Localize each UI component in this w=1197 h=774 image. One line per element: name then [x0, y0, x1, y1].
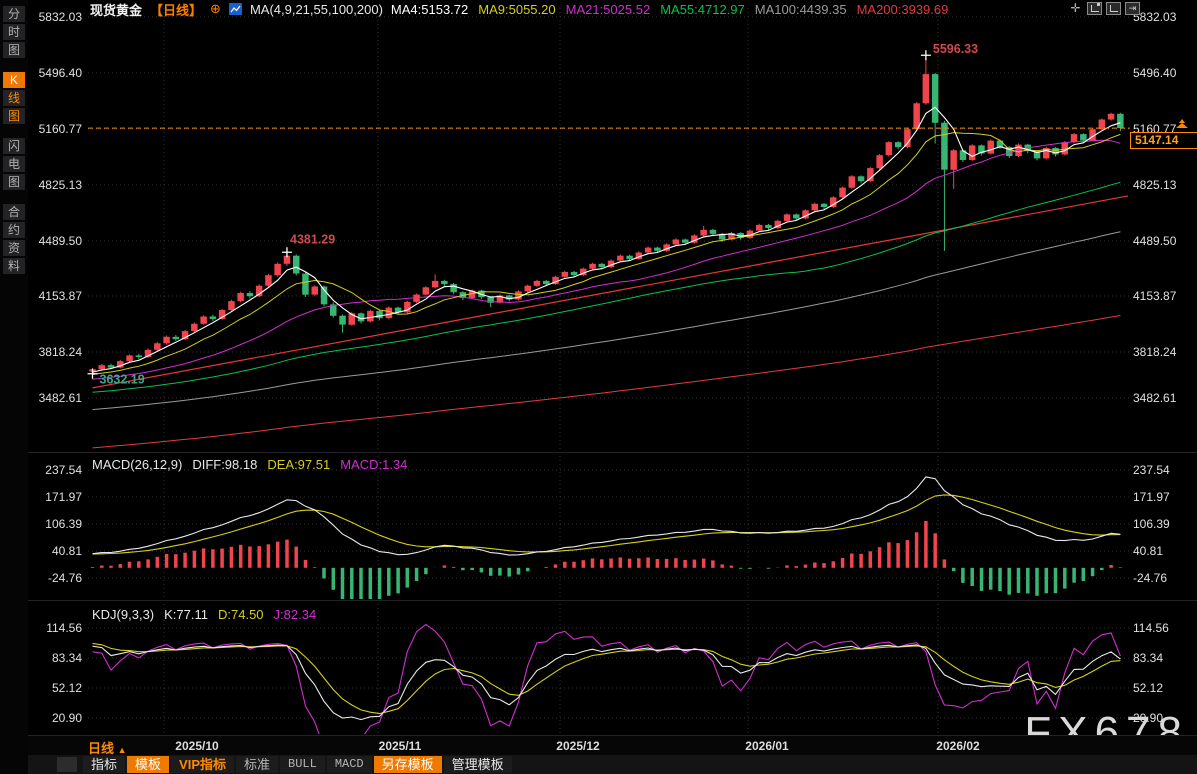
axis-tick: 3482.61: [1133, 391, 1176, 405]
date-label: 2026/02: [923, 739, 993, 753]
sidebar: 分时图 K线图闪电图合约资料: [0, 0, 28, 774]
axis-tick: 114.56: [1133, 621, 1169, 635]
price-marker-icon: [1176, 119, 1188, 129]
axis-tick: 171.97: [1133, 490, 1170, 504]
axis-tick: 237.54: [45, 463, 82, 477]
axis-tick: 4825.13: [39, 178, 82, 192]
axis-tick: 106.39: [45, 517, 82, 531]
ma-value-MA21: MA21:5025.52: [566, 2, 651, 17]
ma-value-MA55: MA55:4712.97: [660, 2, 745, 17]
ma-indicator-icon[interactable]: [229, 3, 242, 15]
toolbar-item-3[interactable]: 标准: [236, 756, 278, 773]
axis-tick: 5496.40: [39, 66, 82, 80]
axis-tick: -24.76: [1133, 571, 1167, 585]
axis-tick: 3818.24: [1133, 345, 1176, 359]
axis-tick: 40.81: [1133, 544, 1163, 558]
sidebar-item-3[interactable]: 合约资料: [0, 203, 28, 275]
axis-tick: 5160.77: [39, 122, 82, 136]
axis-tick: 237.54: [1133, 463, 1170, 477]
svg-text:4381.29: 4381.29: [290, 232, 335, 246]
date-label: 2025/12: [543, 739, 613, 753]
axis-tick: 83.34: [52, 651, 82, 665]
period-tag: 【日线】: [150, 0, 202, 19]
kdj-J-value: J:82.34: [274, 607, 317, 622]
ma-value-MA4: MA4:5153.72: [391, 2, 468, 17]
macd-DEA-value: DEA:97.51: [267, 457, 330, 472]
axis-tick: 4489.50: [1133, 234, 1176, 248]
macd-header: MACD(26,12,9) DIFF:98.18 DEA:97.51 MACD:1.3…: [92, 457, 427, 472]
sidebar-item-1[interactable]: K线图: [0, 71, 28, 125]
toolbar-item-7[interactable]: 管理模板: [444, 756, 512, 773]
macd-DIFF-value: DIFF:98.18: [192, 457, 257, 472]
ma-value-MA9: MA9:5055.20: [478, 2, 555, 17]
svg-text:3632.19: 3632.19: [100, 373, 145, 387]
axis-tick: 5496.40: [1133, 66, 1176, 80]
indicator-window-icon[interactable]: [1106, 2, 1121, 15]
axis-tick: 3482.61: [39, 391, 82, 405]
toolbar-item-2[interactable]: VIP指标: [171, 756, 234, 773]
header-icon-group: ✛ ⇥: [1068, 2, 1140, 15]
chart-header: 现货黄金 【日线】 ⊕ MA(4,9,21,55,100,200) MA4:51…: [90, 1, 958, 17]
ma-value-MA200: MA200:3939.69: [857, 2, 949, 17]
axis-tick: -24.76: [48, 571, 82, 585]
macd-name: MACD(26,12,9): [92, 457, 182, 472]
kdj-K-value: K:77.11: [164, 607, 208, 622]
current-price-tag: 5147.14: [1130, 132, 1197, 149]
axis-tick: 171.97: [45, 490, 82, 504]
axis-tick: 20.90: [52, 711, 82, 725]
chart-app: 5596.33 4381.29 3632.19 分时图 K线图闪电图合约资料 现货黄金…: [0, 0, 1197, 774]
toolbar-corner-button[interactable]: [57, 757, 77, 772]
kdj-name: KDJ(9,3,3): [92, 607, 154, 622]
kdj-header: KDJ(9,3,3) K:77.11 D:74.50 J:82.34: [92, 607, 336, 622]
axis-tick: 52.12: [1133, 681, 1163, 695]
pan-cross-icon[interactable]: ✛: [1068, 2, 1083, 15]
ma-value-MA100: MA100:4439.35: [755, 2, 847, 17]
toolbar-item-4[interactable]: BULL: [280, 756, 325, 773]
toolbar-item-0[interactable]: 指标: [83, 756, 125, 773]
axis-tick: 4825.13: [1133, 178, 1176, 192]
axis-tick: 52.12: [52, 681, 82, 695]
axis-tick: 83.34: [1133, 651, 1163, 665]
axis-tick: 4153.87: [39, 289, 82, 303]
toolbar-item-6[interactable]: 另存模板: [374, 756, 442, 773]
ma-set-label: MA(4,9,21,55,100,200): [250, 2, 383, 17]
scale-axis-icon[interactable]: [1087, 2, 1102, 15]
date-label: 2025/10: [162, 739, 232, 753]
svg-text:5596.33: 5596.33: [933, 42, 978, 56]
price-axis-left[interactable]: 5832.03 5496.40 5160.77 4825.13 4489.50 4153.…: [28, 0, 85, 735]
axis-tick: 114.56: [46, 621, 82, 635]
macd-MACD-value: MACD:1.34: [340, 457, 407, 472]
date-label: 2026/01: [732, 739, 802, 753]
time-axis[interactable]: 日线 ▲ 2025/102025/112025/122026/012026/02: [28, 735, 1197, 756]
ma-values: MA4:5153.72 MA9:5055.20 MA21:5025.52 MA55:4…: [391, 2, 958, 17]
axis-tick: 4489.50: [39, 234, 82, 248]
bottom-toolbar: 指标模板VIP指标标准BULLMACD另存模板管理模板: [28, 755, 1197, 774]
chart-canvas[interactable]: 5596.33 4381.29 3632.19: [0, 0, 1197, 774]
axis-tick: 106.39: [1133, 517, 1170, 531]
toolbar-item-1[interactable]: 模板: [127, 756, 169, 773]
exit-fullscreen-icon[interactable]: ⇥: [1125, 2, 1140, 15]
axis-tick: 5832.03: [39, 10, 82, 24]
symbol-title: 现货黄金: [90, 0, 142, 19]
kdj-D-value: D:74.50: [218, 607, 264, 622]
sidebar-item-0[interactable]: 分时图: [0, 5, 28, 59]
price-axis-right[interactable]: 5832.035496.405160.774825.134489.504153.…: [1132, 0, 1196, 735]
toolbar-item-5[interactable]: MACD: [327, 756, 372, 773]
axis-tick: 3818.24: [39, 345, 82, 359]
sidebar-item-2[interactable]: 闪电图: [0, 137, 28, 191]
date-label: 2025/11: [365, 739, 435, 753]
add-indicator-icon[interactable]: ⊕: [210, 1, 221, 17]
axis-tick: 40.81: [52, 544, 82, 558]
axis-tick: 4153.87: [1133, 289, 1176, 303]
